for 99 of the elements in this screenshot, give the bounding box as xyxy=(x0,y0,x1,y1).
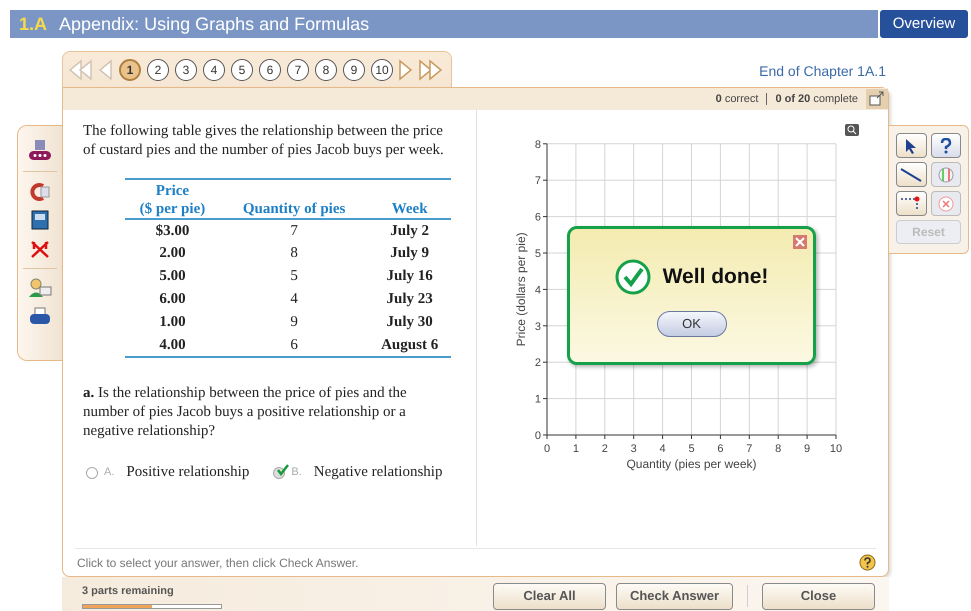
question-number[interactable]: 2 xyxy=(147,58,169,80)
line-tool-button[interactable] xyxy=(896,162,926,187)
tick-label: 8 xyxy=(775,443,782,455)
tick-label: 9 xyxy=(804,443,810,455)
correct-count: 0 correct xyxy=(716,92,758,107)
tick-label: 8 xyxy=(534,138,541,151)
option-letter: B. xyxy=(291,465,302,480)
table-cell-text: July 9 xyxy=(389,244,430,263)
table-cell-text: 4 xyxy=(289,290,299,309)
complete-count: 0 of 20 complete xyxy=(775,92,858,107)
cross-graph-icon[interactable] xyxy=(30,239,50,259)
numbered-list-icon[interactable] xyxy=(28,140,52,162)
column-header: Price ($ per pie) xyxy=(125,179,220,219)
book-icon[interactable] xyxy=(31,210,49,230)
question-text: a. Is the relationship between the price of pies and the number of pies Jacob buys a positive relationship or a negative relationship? xyxy=(83,384,408,441)
close-icon xyxy=(795,237,805,247)
ok-button[interactable]: OK xyxy=(656,311,726,337)
check-answer-button[interactable]: Check Answer xyxy=(616,582,733,610)
delete-icon xyxy=(938,196,954,212)
table-cell-text: 6.00 xyxy=(158,290,187,309)
tick-label: 2 xyxy=(602,443,608,455)
expand-icon[interactable] xyxy=(866,89,888,109)
instruction-text: Click to select your answer, then click Check Answer. xyxy=(76,554,358,572)
line-icon xyxy=(900,168,922,182)
end-of-chapter-link[interactable]: End of Chapter 1A.1 xyxy=(759,61,886,82)
table-cell-text: 1.00 xyxy=(158,313,187,332)
question-mark-icon xyxy=(940,138,952,154)
section-number: 1.A xyxy=(19,12,48,36)
cursor-icon xyxy=(905,138,918,154)
table-cell: $3.00 xyxy=(125,219,220,242)
x-axis-title: Quantity (pies per week) xyxy=(626,457,757,471)
check-circle-icon xyxy=(614,259,651,295)
help-icon[interactable] xyxy=(859,554,876,571)
question-number[interactable]: 10 xyxy=(371,58,393,80)
pointer-tool-button[interactable] xyxy=(896,133,926,158)
table-cell-text: July 30 xyxy=(386,313,434,332)
right-arrow-icon[interactable] xyxy=(399,58,413,80)
problem-intro: The following table gives the relationship between the price of custard pies and the number of pies Jacob buys per week. xyxy=(83,122,445,160)
option-label: Positive relationship xyxy=(126,463,250,482)
printer-icon[interactable] xyxy=(29,307,51,325)
tick-label: 0 xyxy=(534,430,541,442)
table-cell: August 6 xyxy=(368,334,451,357)
tick-label: 4 xyxy=(660,443,666,455)
column-header: Week xyxy=(368,179,451,219)
section-title: Appendix: Using Graphs and Formulas xyxy=(59,12,370,36)
table-cell-text: July 23 xyxy=(386,290,434,309)
tick-label: 3 xyxy=(534,320,541,333)
overview-button[interactable]: Overview xyxy=(880,10,968,38)
question-number[interactable]: 9 xyxy=(343,58,365,80)
question-number[interactable]: 6 xyxy=(259,58,281,80)
question-number[interactable]: 1 xyxy=(119,58,141,80)
table-cell: 4.00 xyxy=(125,334,220,357)
point-tool-button[interactable] xyxy=(896,191,926,216)
tick-label: 7 xyxy=(534,175,541,188)
table-cell-text: 5 xyxy=(289,267,299,286)
option-label: Negative relationship xyxy=(314,463,442,482)
striped-circle-icon xyxy=(938,166,954,182)
tick-label: 7 xyxy=(746,443,752,455)
table-cell: 7 xyxy=(220,219,368,242)
success-message: Well done! xyxy=(662,264,768,290)
tick-label: 4 xyxy=(534,284,541,296)
tick-label: 6 xyxy=(717,443,724,455)
person-mail-icon[interactable] xyxy=(28,278,52,298)
table-cell: July 2 xyxy=(368,219,451,242)
question-number[interactable]: 7 xyxy=(287,58,309,80)
column-header: Quantity of pies xyxy=(220,179,368,219)
parts-remaining: 3 parts remaining xyxy=(82,584,175,600)
table-cell-text: July 16 xyxy=(386,267,434,286)
table-cell-text: 2.00 xyxy=(158,244,187,263)
color-tool-button[interactable] xyxy=(930,162,961,187)
question-number[interactable]: 5 xyxy=(231,58,253,80)
tick-label: 1 xyxy=(572,443,579,455)
y-axis-title: Price (dollars per pie) xyxy=(514,232,528,346)
table-cell-text: 8 xyxy=(289,244,299,263)
close-button[interactable]: Close xyxy=(762,582,875,610)
table-cell-text: 9 xyxy=(289,313,299,332)
tick-label: 0 xyxy=(544,443,550,455)
question-number[interactable]: 3 xyxy=(175,58,197,80)
option-letter: A. xyxy=(104,465,114,480)
clear-all-button[interactable]: Clear All xyxy=(493,582,606,610)
tick-label: 6 xyxy=(534,212,541,224)
tick-label: 10 xyxy=(830,443,842,455)
double-right-arrow-icon[interactable] xyxy=(419,58,443,80)
zoom-in-icon[interactable] xyxy=(845,124,859,136)
question-number[interactable]: 8 xyxy=(315,58,337,80)
table-cell-text: 5.00 xyxy=(158,267,187,286)
tick-label: 5 xyxy=(534,248,541,260)
tick-label: 3 xyxy=(630,443,637,455)
question-number[interactable]: 4 xyxy=(203,58,225,80)
close-button[interactable] xyxy=(793,235,807,249)
tick-label: 1 xyxy=(534,394,541,406)
answer-option[interactable]: A. Positive relationship xyxy=(86,463,250,482)
tick-label: 2 xyxy=(534,357,541,370)
checked-radio-icon[interactable] xyxy=(273,466,290,480)
table-cell: 6 xyxy=(220,334,368,357)
tick-label: 5 xyxy=(688,443,695,455)
dotted-point-icon xyxy=(900,196,922,212)
answer-option[interactable]: B. Negative relationship xyxy=(273,463,442,482)
help-tool-button[interactable] xyxy=(930,133,961,158)
